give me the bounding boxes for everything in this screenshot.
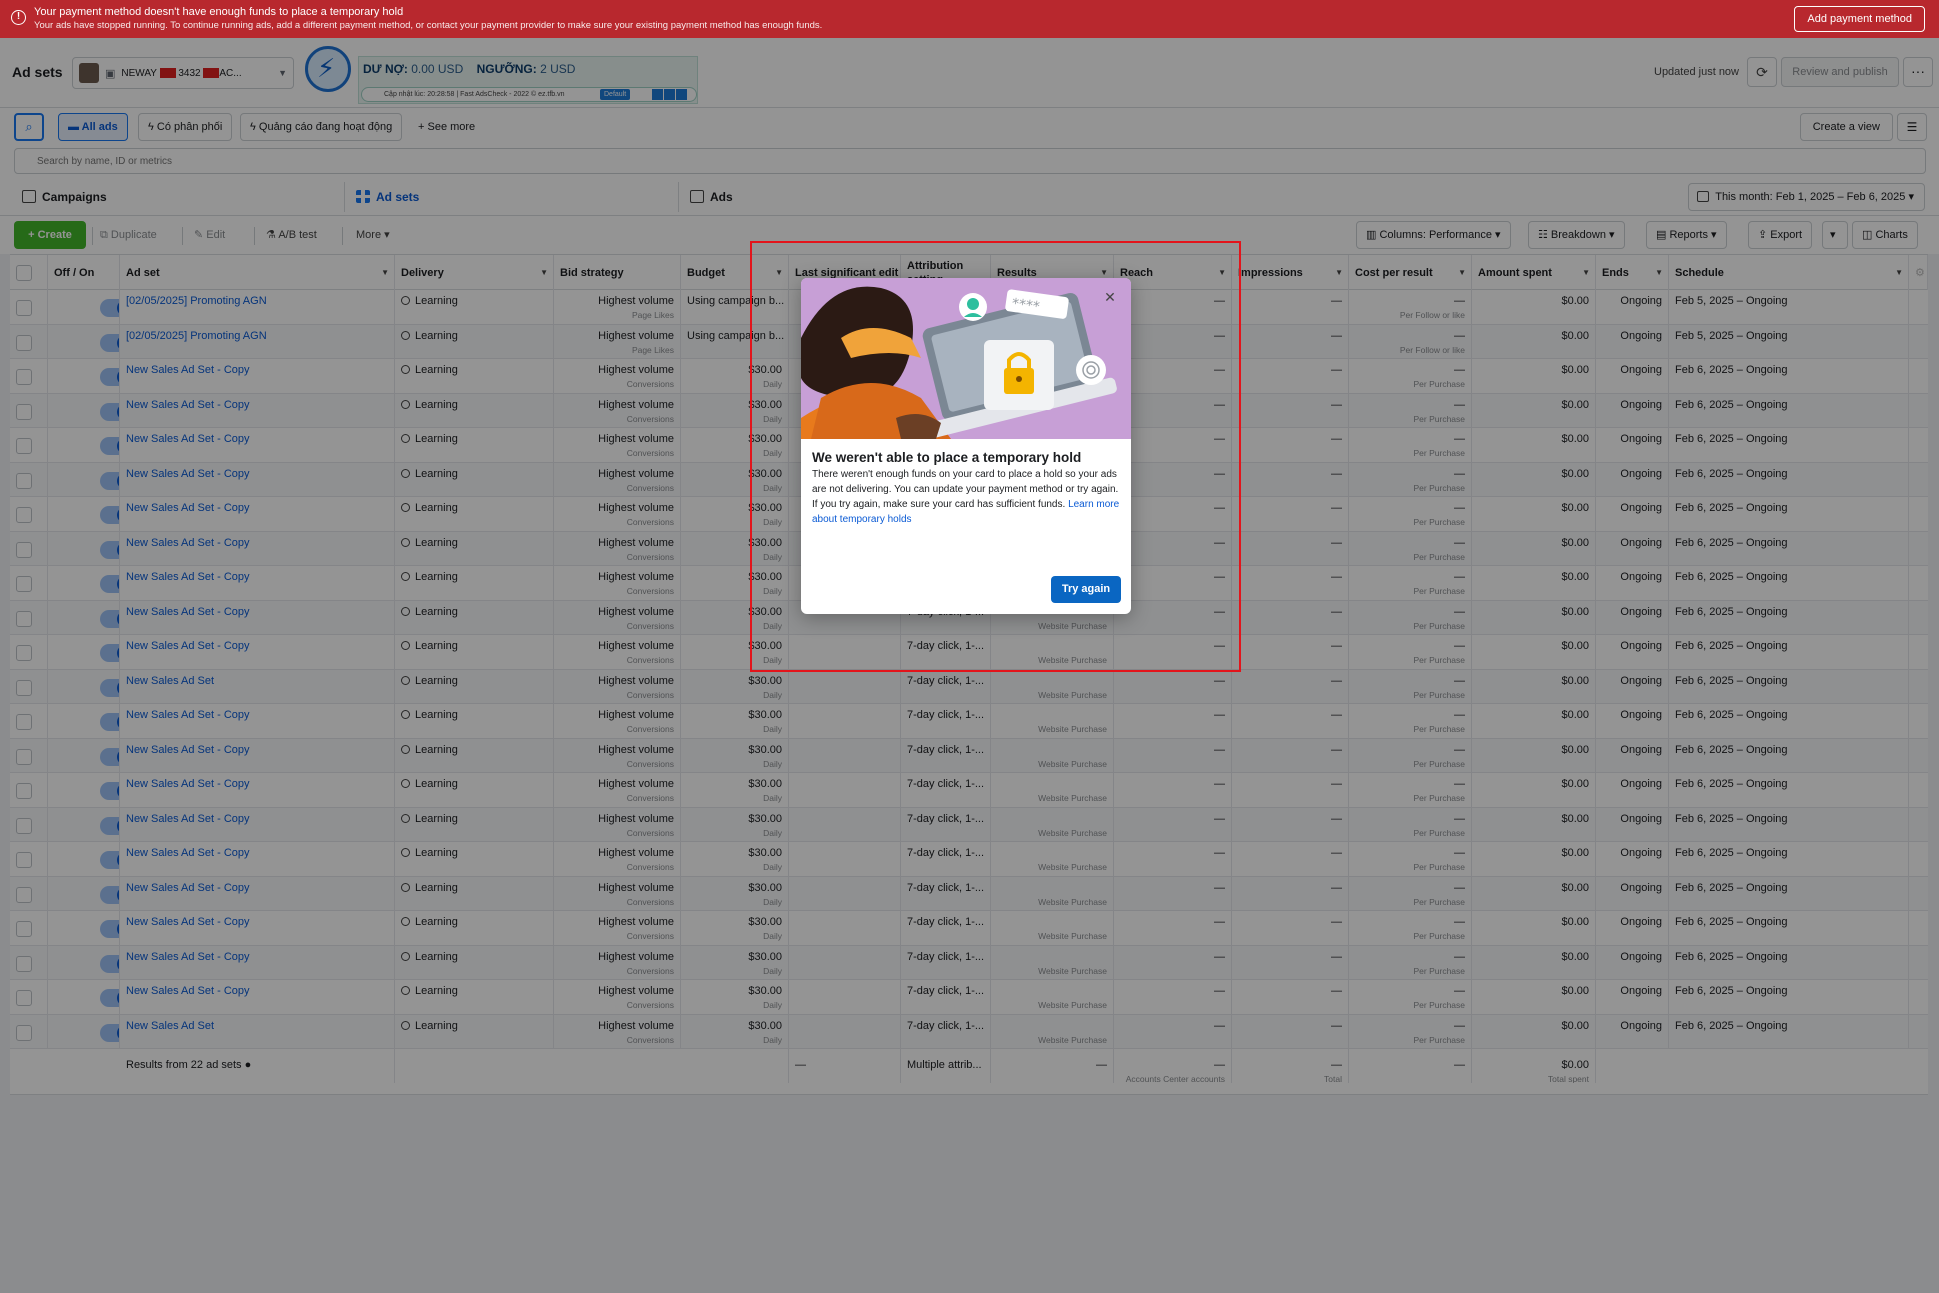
payment-alert-banner: ! Your payment method doesn't have enoug… [0,0,1939,38]
temporary-hold-dialog: **** ✕ We weren't able to place a tempor… [801,278,1131,614]
try-again-button[interactable]: Try again [1051,576,1121,603]
warning-icon: ! [11,10,26,25]
banner-title: Your payment method doesn't have enough … [34,6,404,18]
payment-illustration-svg: **** [801,278,1131,439]
payment-illustration: **** ✕ [801,278,1131,439]
dialog-body: There weren't enough funds on your card … [812,469,1120,525]
close-icon[interactable]: ✕ [1101,288,1119,306]
dialog-title: We weren't able to place a temporary hol… [812,450,1082,465]
add-payment-method-button[interactable]: Add payment method [1794,6,1925,32]
banner-subtitle: Your ads have stopped running. To contin… [34,20,823,31]
